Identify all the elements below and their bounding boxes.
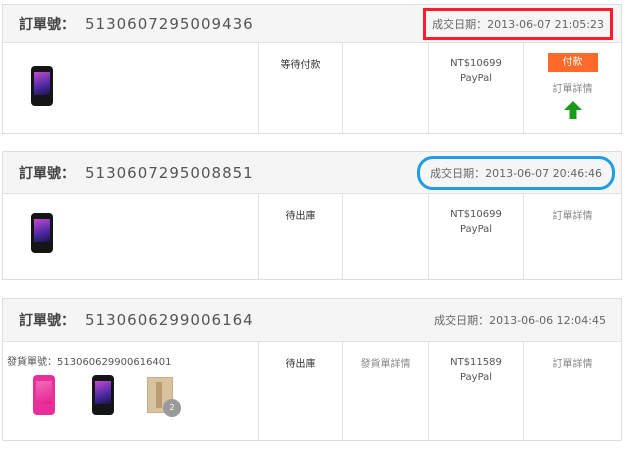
payment-method: PayPal bbox=[459, 73, 493, 84]
order-number-value: 5130607295008851 bbox=[85, 163, 254, 182]
order-body: 等待付款 NT$10699 PayPal 付款 訂單詳情 bbox=[3, 43, 621, 133]
order-price: NT$11589 PayPal bbox=[429, 342, 524, 440]
order-date-value: 2013-06-06 12:04:45 bbox=[489, 314, 606, 327]
order-date-label: 成交日期： bbox=[434, 314, 490, 327]
order-actions: 付款 訂單詳情 bbox=[524, 43, 621, 133]
phone-product-image[interactable] bbox=[92, 375, 114, 415]
pay-button[interactable]: 付款 bbox=[547, 53, 598, 72]
ship-detail-link[interactable]: 發貨單詳情 bbox=[343, 342, 429, 440]
order-date-value: 2013-06-07 20:46:46 bbox=[485, 166, 602, 180]
order-card: 訂單號： 5130606299006164 成交日期：2013-06-06 12:… bbox=[2, 298, 622, 441]
waybill-number: 發貨單號：513060629900616401 bbox=[7, 353, 172, 368]
order-date: 成交日期：2013-06-07 20:46:46 bbox=[417, 155, 615, 190]
order-status: 等待付款 bbox=[259, 43, 343, 133]
order-number-label: 訂單號： bbox=[19, 165, 75, 182]
order-status: 待出庫 bbox=[259, 342, 343, 440]
order-detail-link[interactable]: 訂單詳情 bbox=[524, 80, 621, 95]
price-value: NT$11589 bbox=[450, 357, 502, 368]
order-header: 訂單號： 5130607295008851 成交日期：2013-06-07 20:… bbox=[3, 152, 621, 194]
order-items bbox=[3, 43, 259, 133]
order-number: 訂單號： 5130607295008851 bbox=[19, 163, 254, 183]
order-body: 待出庫 NT$10699 PayPal 訂單詳情 bbox=[3, 194, 621, 279]
pink-phone-product-image[interactable] bbox=[33, 375, 55, 415]
order-body: 發貨單號：513060629900616401 2 待出庫 發貨單詳情 NT$1… bbox=[3, 342, 621, 440]
order-number: 訂單號： 5130606299006164 bbox=[19, 310, 254, 330]
price-value: NT$10699 bbox=[450, 209, 502, 220]
order-detail-link[interactable]: 訂單詳情 bbox=[524, 207, 621, 222]
order-detail-link[interactable]: 訂單詳情 bbox=[524, 355, 621, 370]
order-number-label: 訂單號： bbox=[19, 16, 75, 33]
order-card: 訂單號： 5130607295009436 成交日期：2013-06-07 21:… bbox=[2, 4, 622, 134]
phone-product-image[interactable] bbox=[31, 213, 53, 253]
order-actions: 訂單詳情 bbox=[524, 194, 621, 279]
waybill-label: 發貨單號： bbox=[7, 357, 57, 368]
order-number: 訂單號： 5130607295009436 bbox=[19, 14, 254, 34]
phone-product-image[interactable] bbox=[31, 66, 53, 106]
up-arrow-icon bbox=[563, 101, 582, 119]
order-date-label: 成交日期： bbox=[430, 166, 486, 180]
order-date: 成交日期：2013-06-07 21:05:23 bbox=[423, 7, 613, 40]
order-items: 發貨單號：513060629900616401 2 bbox=[3, 342, 259, 440]
waybill-value: 513060629900616401 bbox=[57, 357, 172, 368]
order-status: 待出庫 bbox=[259, 194, 343, 279]
more-items-badge[interactable]: 2 bbox=[163, 399, 181, 417]
order-date-label: 成交日期： bbox=[432, 17, 488, 31]
payment-method: PayPal bbox=[459, 224, 493, 235]
order-number-value: 5130607295009436 bbox=[85, 14, 254, 33]
shipping-column bbox=[343, 43, 429, 133]
order-number-value: 5130606299006164 bbox=[85, 311, 254, 329]
order-header: 訂單號： 5130606299006164 成交日期：2013-06-06 12:… bbox=[3, 299, 621, 342]
order-price: NT$10699 PayPal bbox=[429, 194, 524, 279]
payment-method: PayPal bbox=[459, 372, 493, 383]
order-card: 訂單號： 5130607295008851 成交日期：2013-06-07 20:… bbox=[2, 151, 622, 280]
order-number-label: 訂單號： bbox=[19, 313, 75, 329]
order-items bbox=[3, 194, 259, 279]
order-actions: 訂單詳情 bbox=[524, 342, 621, 440]
order-date-value: 2013-06-07 21:05:23 bbox=[487, 17, 604, 31]
shipping-column bbox=[343, 194, 429, 279]
order-date: 成交日期：2013-06-06 12:04:45 bbox=[434, 312, 606, 328]
order-header: 訂單號： 5130607295009436 成交日期：2013-06-07 21:… bbox=[3, 5, 621, 43]
price-value: NT$10699 bbox=[450, 58, 502, 69]
order-price: NT$10699 PayPal bbox=[429, 43, 524, 133]
